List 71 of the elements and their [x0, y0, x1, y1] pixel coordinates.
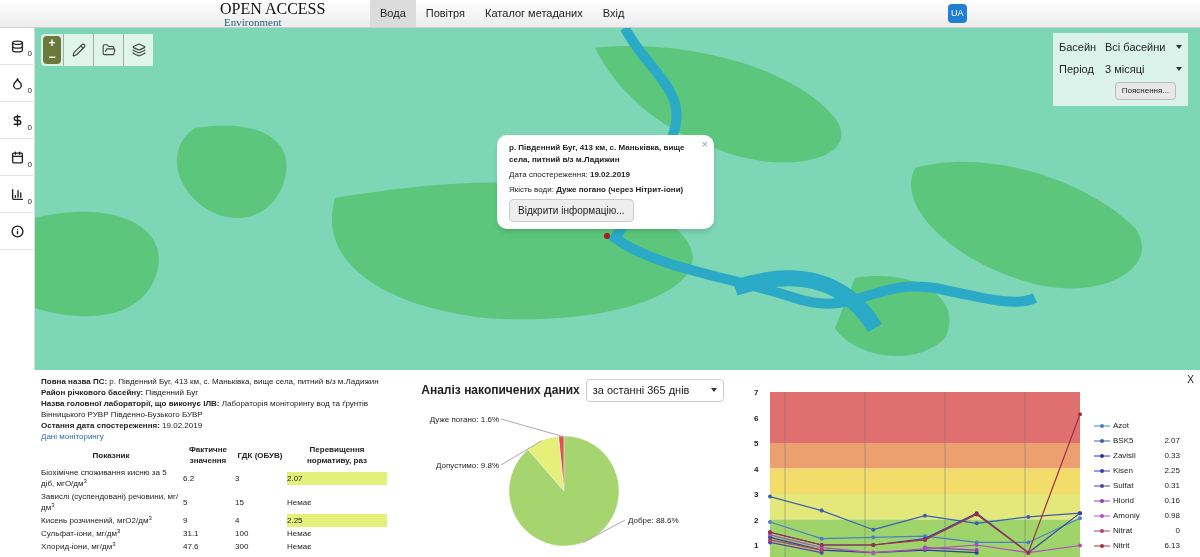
info-line: Район річкового басейну: Південний Буг	[41, 387, 200, 398]
info-line: Остання дата спостереження: 19.02.2019	[41, 420, 204, 431]
legend-label: Nitrit	[1113, 540, 1131, 552]
legend-label: Zavisli	[1113, 450, 1137, 462]
table-cell-text: Хлорид-іони, мг/дм$^{3}$	[41, 540, 117, 553]
info-line: Повна назва ПС: р. Південний Буг, 413 км, с. Маньківка, вище села, питний в/з м.Ладижин	[41, 376, 380, 387]
table-cell-text: 47.6	[183, 541, 200, 553]
legend-label: Kisen	[1113, 465, 1134, 477]
table-cell-text: Сульфат-іони, мг/дм$^{3}$	[41, 527, 122, 540]
legend-value: 0.98	[1164, 510, 1180, 522]
axis-tick: 1	[754, 541, 759, 550]
table-cell-text: 31.1	[183, 528, 200, 540]
count-label: 0	[27, 48, 32, 60]
table-cell-text: 300	[235, 541, 250, 553]
filter-label: Басейн	[1059, 40, 1098, 55]
count-label: 0	[27, 159, 32, 171]
count-label: 0	[27, 85, 32, 97]
logo-title: OPEN ACCESS	[220, 1, 327, 17]
table-cell-text: 3	[235, 472, 241, 485]
filter-label: Період	[1059, 61, 1095, 77]
observation-date: Дата спостереження: 19.02.2019	[509, 169, 631, 181]
pie-label: Дуже погано: 1.6%	[429, 414, 499, 424]
legend-label: Amoniy	[1113, 510, 1141, 522]
table-cell-text: 5	[183, 496, 189, 509]
column-header: Показник	[91, 449, 131, 461]
legend-value: 6.13	[1164, 540, 1180, 552]
column-header: Перевищення нормативу, раз	[306, 444, 368, 466]
table-cell-text: Немає	[287, 541, 313, 553]
pie-label: Допустимо: 9.8%	[435, 460, 499, 470]
count-label: 0	[27, 122, 32, 134]
analysis-title: Аналіз накопичених даних	[421, 382, 580, 400]
table-cell-text: Немає	[287, 496, 313, 509]
legend-label: Nitrat	[1113, 525, 1134, 537]
table-cell-text: Кисень розчинений, мгО2/дм$^{3}$	[41, 514, 153, 527]
table-cell-text: 100	[235, 528, 250, 540]
table-cell-text: Біохімічне споживання кисню за 5 діб, мгО/дм$^{3}$	[41, 467, 168, 490]
axis-tick: 7	[754, 388, 759, 397]
legend-value: 0.31	[1164, 480, 1180, 492]
dropdown-value: Всі басейни	[1105, 40, 1166, 55]
table-cell-text: 9	[183, 515, 189, 527]
table-cell-text: 6.2	[183, 472, 196, 485]
pie-label: Добре: 88.6%	[627, 515, 679, 525]
table-cell: 2.25	[287, 514, 387, 527]
legend-value: 2.25	[1164, 465, 1180, 477]
dropdown-value: 3 місяці	[1105, 61, 1145, 77]
column-header: ГДК (ОБУВ)	[236, 449, 284, 461]
legend-value: 0.33	[1164, 450, 1180, 462]
column-header: Фактичне значення	[187, 444, 228, 466]
logo-subtitle: Environment	[223, 17, 283, 28]
legend-label: Hlorid	[1113, 495, 1135, 507]
info-line: Назва головної лабораторії, що виконує ІЛВ: Лабораторія моніторингу вод та ґрунтів Вінницького РУВР Південно-Бузького БУВР	[41, 398, 369, 420]
axis-tick: 5	[754, 439, 759, 448]
legend-value: 0	[1175, 525, 1180, 537]
table-cell-text: 4	[235, 515, 241, 527]
axis-tick: 6	[754, 413, 759, 423]
table-cell-text: Завислі (суспендовані) речовини, мг/дм$^{3}$	[41, 491, 180, 514]
legend-label: Sulfat	[1113, 480, 1135, 492]
table-cell: 2.07	[287, 471, 387, 485]
popup-title: р. Південний Буг, 413 км, с. Маньківка, вище села, питний в/з м.Ладижин	[509, 142, 686, 166]
axis-tick: 4	[754, 464, 759, 474]
axis-tick: 2	[754, 515, 759, 525]
table-cell-text: Немає	[287, 528, 313, 540]
legend-value: 0.16	[1164, 495, 1180, 507]
legend-label: BSK5	[1113, 435, 1135, 447]
table-cell-text: 15	[235, 496, 245, 509]
legend-value: 2.07	[1164, 435, 1180, 447]
axis-tick: 3	[754, 490, 759, 499]
water-quality: Якість води: Дуже погано (через Нітрит-іони)	[509, 184, 685, 196]
dropdown-value: за останні 365 днів	[592, 383, 690, 398]
legend-label: Azot	[1113, 420, 1130, 432]
count-label: 0	[27, 196, 32, 208]
